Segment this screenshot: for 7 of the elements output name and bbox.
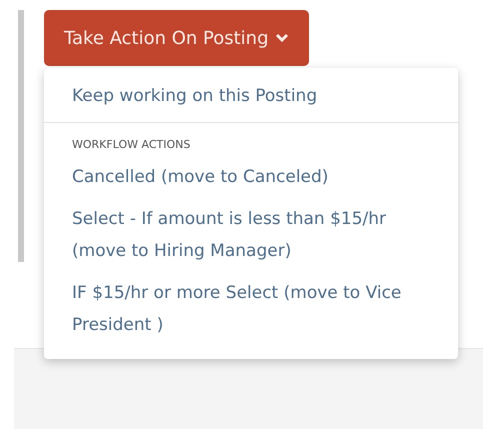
- menu-item[interactable]: Keep working on this Posting: [44, 76, 458, 118]
- menu-item[interactable]: Cancelled (move to Canceled): [44, 157, 458, 199]
- chevron-icon: [274, 33, 289, 43]
- menu-item[interactable]: Select - If amount is less than $15/hr (move to Hiring Manager): [44, 199, 458, 273]
- menu-section-header: WORKFLOW ACTIONS: [71, 137, 192, 153]
- take-action-button[interactable]: Take Action On Posting: [44, 10, 309, 66]
- menu-item[interactable]: IF $15/hr or more Select (move to Vice President ): [44, 273, 458, 347]
